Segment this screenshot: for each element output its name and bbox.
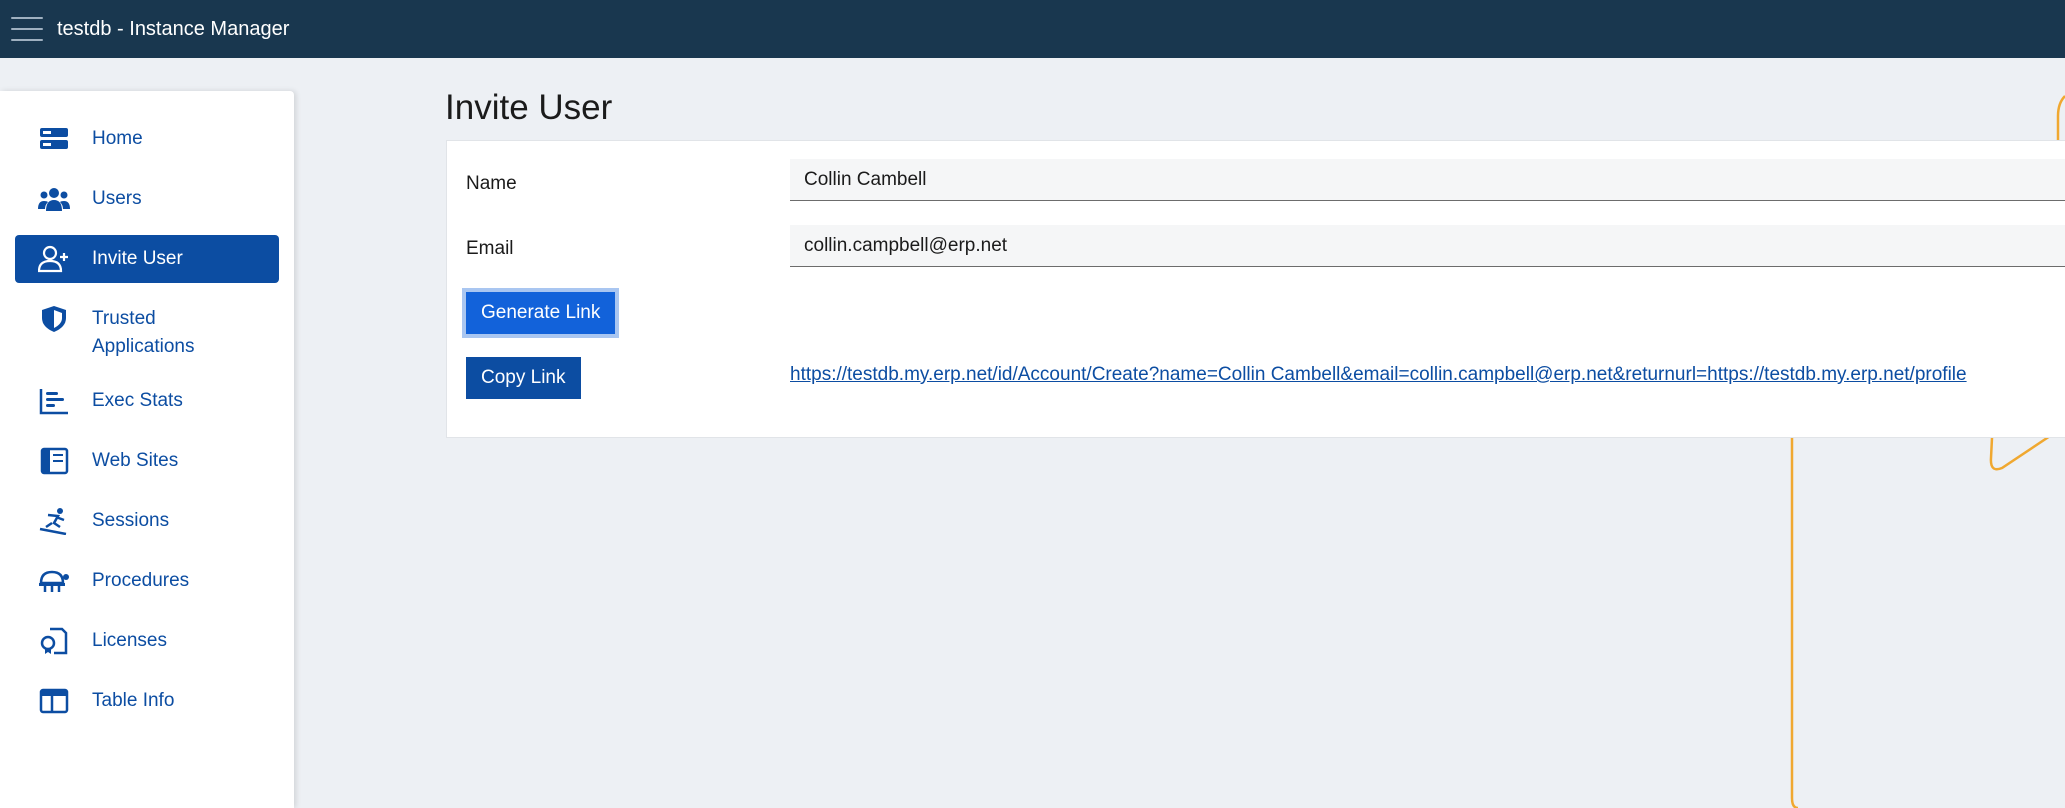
sidebar-item-label: Home	[92, 128, 143, 149]
top-bar: testdb - Instance Manager	[0, 0, 2065, 58]
sidebar-item-label: Trusted Applications	[92, 308, 195, 357]
table-icon	[37, 687, 71, 715]
invite-form-card: Name Email Generate Link Copy Link https…	[446, 140, 2065, 438]
sidebar-item-procedures[interactable]: Procedures	[15, 557, 279, 605]
email-field[interactable]	[790, 225, 2065, 267]
sidebar-item-trusted-applications[interactable]: Trusted Applications	[15, 295, 279, 365]
sidebar-item-table-info[interactable]: Table Info	[15, 677, 279, 725]
sidebar-item-invite-user[interactable]: Invite User	[15, 235, 279, 283]
sidebar-item-label: Table Info	[92, 690, 175, 711]
sidebar-item-web-sites[interactable]: Web Sites	[15, 437, 279, 485]
bar-chart-icon	[37, 387, 71, 415]
page-title: Invite User	[445, 88, 613, 127]
user-plus-icon	[37, 245, 71, 273]
sidebar-item-home[interactable]: Home	[15, 115, 279, 163]
name-label: Name	[466, 173, 517, 194]
procedure-icon	[37, 567, 71, 595]
sidebar-item-label: Licenses	[92, 630, 167, 651]
sidebar-item-users[interactable]: Users	[15, 175, 279, 223]
sidebar-item-exec-stats[interactable]: Exec Stats	[15, 377, 279, 425]
email-label: Email	[466, 238, 514, 259]
sidebar-item-label: Web Sites	[92, 450, 179, 471]
users-icon	[37, 185, 71, 213]
copy-link-button[interactable]: Copy Link	[466, 357, 581, 399]
sidebar: Home Users Invite User Trusted Applicati…	[0, 91, 294, 808]
hamburger-menu-icon[interactable]	[11, 17, 43, 41]
sidebar-item-label: Exec Stats	[92, 390, 183, 411]
server-icon	[37, 125, 71, 153]
sidebar-item-label: Sessions	[92, 510, 170, 531]
sidebar-item-label: Invite User	[92, 248, 183, 269]
generate-link-button[interactable]: Generate Link	[461, 288, 620, 338]
sidebar-item-licenses[interactable]: Licenses	[15, 617, 279, 665]
sidebar-item-sessions[interactable]: Sessions	[15, 497, 279, 545]
app-title: testdb - Instance Manager	[57, 17, 290, 40]
name-field[interactable]	[790, 159, 2065, 201]
sidebar-item-label: Procedures	[92, 570, 190, 591]
sidebar-item-label: Users	[92, 188, 142, 209]
shield-icon	[37, 305, 71, 333]
invite-link[interactable]: https://testdb.my.erp.net/id/Account/Cre…	[790, 358, 1967, 392]
license-icon	[37, 627, 71, 655]
snowboarder-icon	[37, 507, 71, 535]
web-site-icon	[37, 447, 71, 475]
